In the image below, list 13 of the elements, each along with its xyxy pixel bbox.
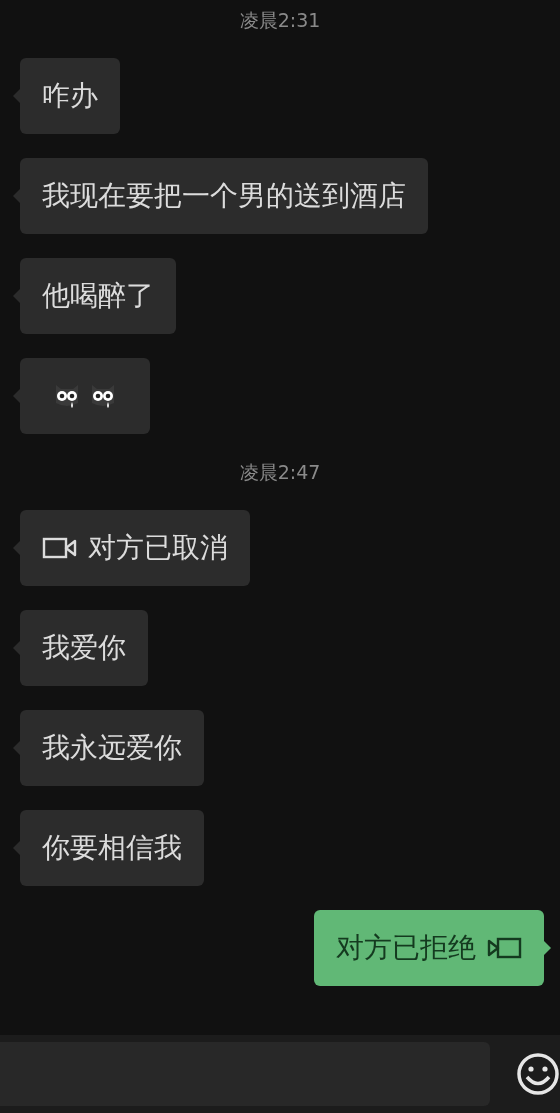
message-text: 我现在要把一个男的送到酒店 xyxy=(42,178,406,214)
message-text: 对方已取消 xyxy=(88,530,228,566)
message-text: 他喝醉了 xyxy=(42,278,154,314)
message-text: 你要相信我 xyxy=(42,830,182,866)
video-camera-icon xyxy=(486,936,522,960)
video-camera-icon xyxy=(42,536,78,560)
message-text: 对方已拒绝 xyxy=(336,930,476,966)
message-text: 咋办 xyxy=(42,78,98,114)
timestamp: 凌晨2:31 xyxy=(239,8,321,33)
message-text: 我永远爱你 xyxy=(42,730,182,766)
smiley-icon[interactable] xyxy=(516,1052,560,1096)
message-text: 我爱你 xyxy=(42,630,126,666)
timestamp: 凌晨2:47 xyxy=(239,460,321,485)
